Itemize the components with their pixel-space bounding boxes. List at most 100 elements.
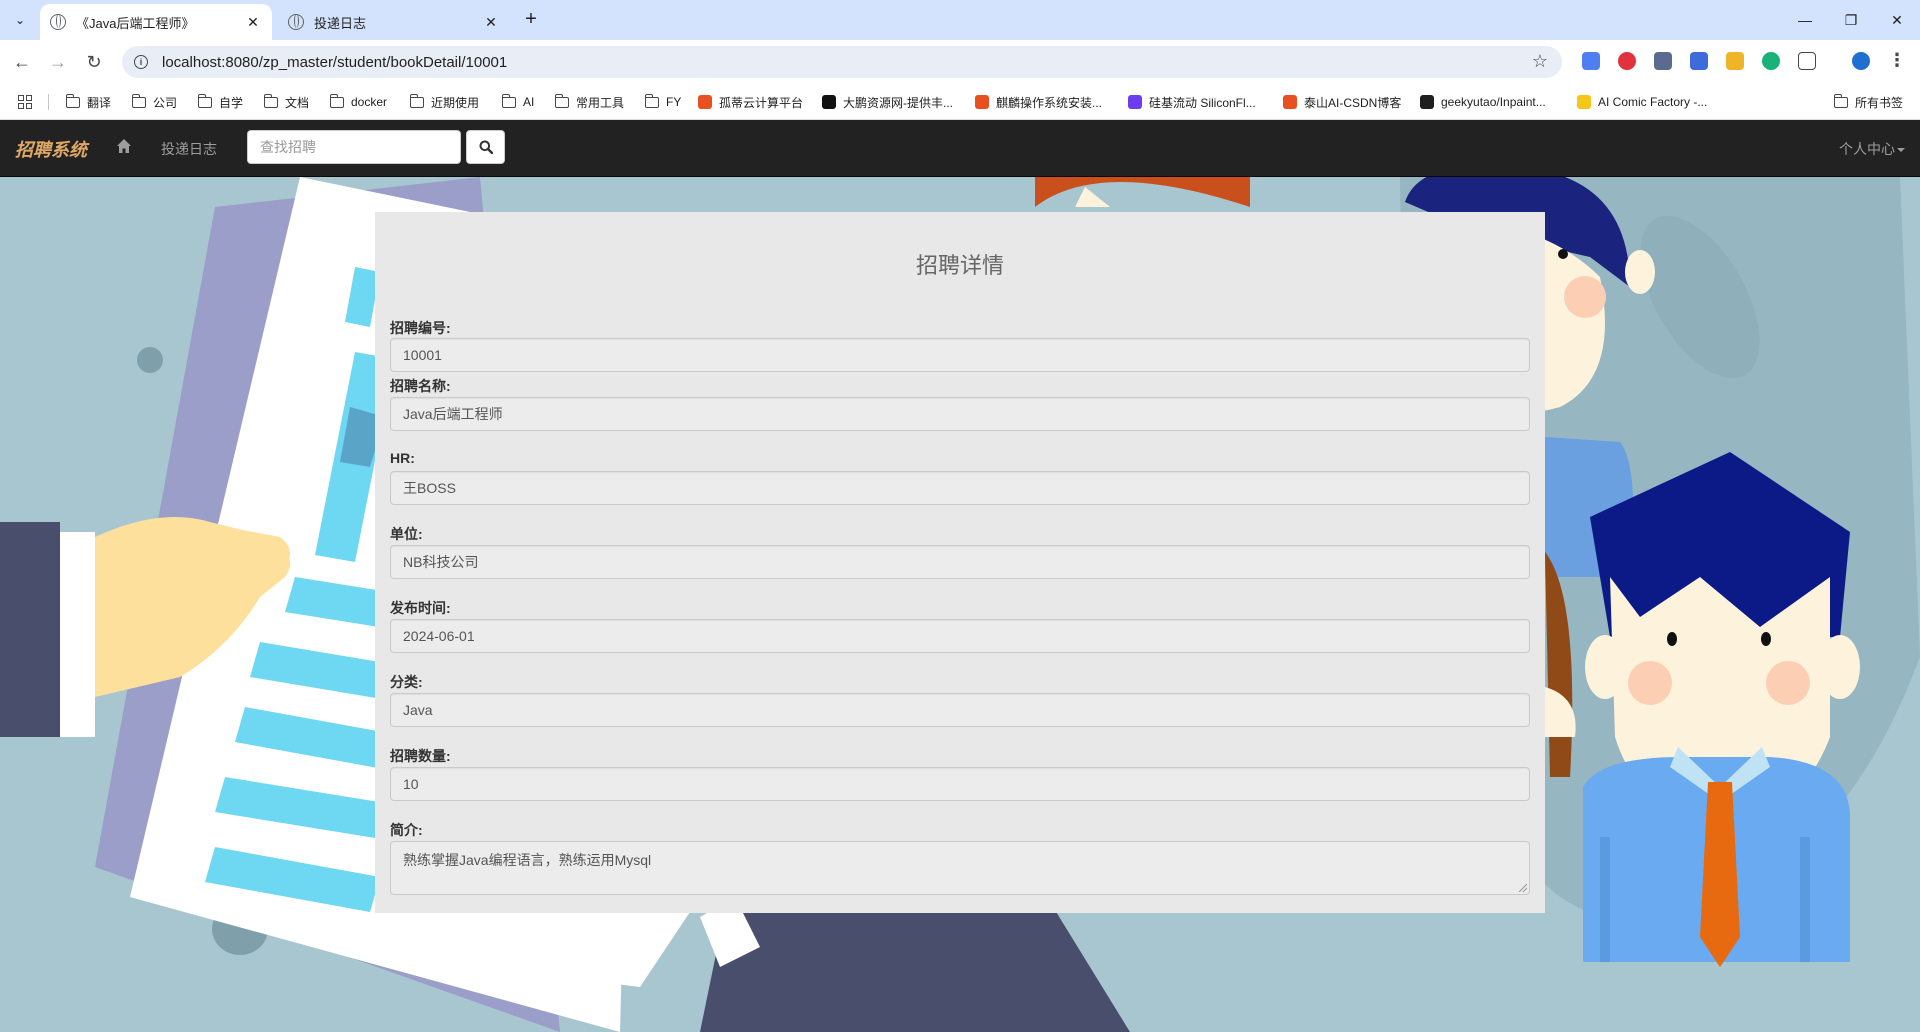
- extension-icon[interactable]: [1618, 52, 1636, 70]
- brand-logo[interactable]: 招聘系统: [15, 136, 87, 162]
- apps-grid-icon[interactable]: [18, 95, 32, 109]
- bookmark-label: 文档: [285, 95, 310, 110]
- bookmark-separator: [48, 94, 49, 110]
- new-tab-button[interactable]: +: [520, 9, 542, 31]
- bookmark-item[interactable]: FY: [644, 92, 681, 112]
- bookmark-star-icon[interactable]: ☆: [1532, 51, 1548, 72]
- folder-icon: [501, 93, 516, 108]
- recruitment-id-field[interactable]: 10001: [390, 338, 1530, 372]
- bookmark-item[interactable]: 麒麟操作系统安装...: [975, 92, 1102, 112]
- browser-toolbar: ← → ↻ i localhost:8080/zp_master/student…: [0, 40, 1920, 84]
- puzzle-icon[interactable]: [1798, 52, 1816, 70]
- profile-avatar-icon[interactable]: [1852, 52, 1870, 70]
- company-field[interactable]: NB科技公司: [390, 545, 1530, 579]
- bookmark-item[interactable]: 孤蒂云计算平台: [698, 92, 803, 112]
- address-bar[interactable]: i localhost:8080/zp_master/student/bookD…: [122, 46, 1562, 78]
- folder-icon: [644, 93, 659, 108]
- user-center-dropdown[interactable]: 个人中心: [1839, 139, 1905, 159]
- close-icon[interactable]: ✕: [244, 13, 262, 31]
- folder-icon: [409, 93, 424, 108]
- search-button[interactable]: [466, 130, 505, 164]
- hr-field[interactable]: 王BOSS: [390, 471, 1530, 505]
- field-value: 熟练掌握Java编程语言，熟练运用Mysql: [403, 852, 652, 868]
- site-favicon-icon: [1283, 95, 1297, 109]
- publish-date-field[interactable]: 2024-06-01: [390, 619, 1530, 653]
- field-label-intro: 简介:: [390, 822, 423, 838]
- bookmark-item[interactable]: AI: [501, 92, 535, 112]
- back-button[interactable]: ←: [8, 48, 36, 76]
- browser-tab-active[interactable]: 《Java后端工程师》 ✕: [40, 4, 272, 40]
- folder-icon: [329, 93, 344, 108]
- tab-search-button[interactable]: ⌄: [8, 8, 32, 32]
- forward-button[interactable]: →: [44, 48, 72, 76]
- browser-tabstrip: ⌄ 《Java后端工程师》 ✕ 投递日志 ✕ + — ❐ ✕: [0, 0, 1920, 40]
- field-value: 10001: [403, 347, 442, 363]
- globe-icon: [50, 14, 66, 30]
- bookmark-label: 大鹏资源网-提供丰...: [843, 95, 953, 110]
- site-info-icon[interactable]: i: [134, 55, 148, 69]
- field-label-publish-date: 发布时间:: [390, 600, 451, 616]
- all-bookmarks[interactable]: 所有书签: [1833, 92, 1904, 112]
- bookmark-label: AI: [523, 95, 535, 109]
- bookmark-label: 翻译: [87, 95, 112, 110]
- bookmark-label: 近期使用: [431, 95, 480, 110]
- bookmark-item[interactable]: 硅基流动 SiliconFl...: [1128, 92, 1256, 112]
- folder-icon: [131, 93, 146, 108]
- bookmark-label: 孤蒂云计算平台: [719, 95, 804, 110]
- bookmark-label: AI Comic Factory -...: [1598, 95, 1708, 109]
- browser-tab[interactable]: 投递日志 ✕: [278, 4, 510, 40]
- bookmark-label: 自学: [219, 95, 244, 110]
- bookmark-item[interactable]: 近期使用: [409, 92, 480, 112]
- bookmark-item[interactable]: 文档: [263, 92, 310, 112]
- field-label-id: 招聘编号:: [390, 320, 451, 336]
- url-text[interactable]: localhost:8080/zp_master/student/bookDet…: [162, 54, 507, 71]
- intro-textarea[interactable]: 熟练掌握Java编程语言，熟练运用Mysql: [390, 841, 1530, 895]
- field-label-category: 分类:: [390, 674, 423, 690]
- extension-icon[interactable]: [1654, 52, 1672, 70]
- bookmark-item[interactable]: AI Comic Factory -...: [1577, 92, 1707, 112]
- all-bookmarks-label: 所有书签: [1855, 95, 1904, 110]
- extension-icon[interactable]: [1690, 52, 1708, 70]
- restore-button[interactable]: ❐: [1828, 6, 1874, 34]
- quantity-field[interactable]: 10: [390, 767, 1530, 801]
- minimize-button[interactable]: —: [1782, 6, 1828, 34]
- home-icon[interactable]: [116, 138, 132, 154]
- folder-icon: [554, 93, 569, 108]
- reload-button[interactable]: ↻: [80, 48, 108, 76]
- resize-handle-icon[interactable]: [1519, 884, 1527, 892]
- browser-menu-icon[interactable]: ⋮: [1888, 50, 1906, 71]
- bookmark-item[interactable]: 大鹏资源网-提供丰...: [822, 92, 953, 112]
- bookmark-label: 泰山AI-CSDN博客: [1304, 95, 1402, 110]
- bookmark-item[interactable]: 泰山AI-CSDN博客: [1283, 92, 1401, 112]
- search-input[interactable]: [247, 130, 461, 164]
- globe-icon: [288, 14, 304, 30]
- extension-icon[interactable]: [1762, 52, 1780, 70]
- bookmark-item[interactable]: 翻译: [65, 92, 112, 112]
- bookmark-label: 公司: [153, 95, 178, 110]
- category-field[interactable]: Java: [390, 693, 1530, 727]
- bookmark-item[interactable]: docker: [329, 92, 388, 112]
- bookmark-item[interactable]: 常用工具: [554, 92, 624, 112]
- folder-icon: [1833, 93, 1848, 108]
- web-page: 招聘系统 投递日志 个人中心 招聘详情 招聘编号: 10001 招聘名称: Ja…: [0, 120, 1920, 1032]
- close-icon[interactable]: ✕: [482, 13, 500, 31]
- bookmark-label: geekyutao/Inpaint...: [1441, 95, 1546, 109]
- site-favicon-icon: [1420, 95, 1434, 109]
- bookmark-label: docker: [351, 95, 388, 109]
- window-close-button[interactable]: ✕: [1874, 6, 1920, 34]
- site-favicon-icon: [1577, 95, 1591, 109]
- recruitment-detail-panel: 招聘详情 招聘编号: 10001 招聘名称: Java后端工程师 HR: 王BO…: [375, 212, 1545, 913]
- extension-icon[interactable]: [1582, 52, 1600, 70]
- nav-link-delivery-log[interactable]: 投递日志: [161, 139, 217, 159]
- folder-icon: [197, 93, 212, 108]
- tab-title: 投递日志: [314, 15, 367, 31]
- bookmark-item[interactable]: 公司: [131, 92, 178, 112]
- extension-icon[interactable]: [1726, 52, 1744, 70]
- site-favicon-icon: [975, 95, 989, 109]
- recruitment-name-field[interactable]: Java后端工程师: [390, 397, 1530, 431]
- bookmark-item[interactable]: geekyutao/Inpaint...: [1420, 92, 1546, 112]
- bookmarks-bar: 翻译 公司 自学 文档 docker 近期使用 AI 常用工具 FY 孤蒂云计算平台 大鹏资源网-提…: [0, 84, 1920, 120]
- site-navbar: 招聘系统 投递日志 个人中心: [0, 120, 1920, 177]
- site-favicon-icon: [698, 95, 712, 109]
- bookmark-item[interactable]: 自学: [197, 92, 244, 112]
